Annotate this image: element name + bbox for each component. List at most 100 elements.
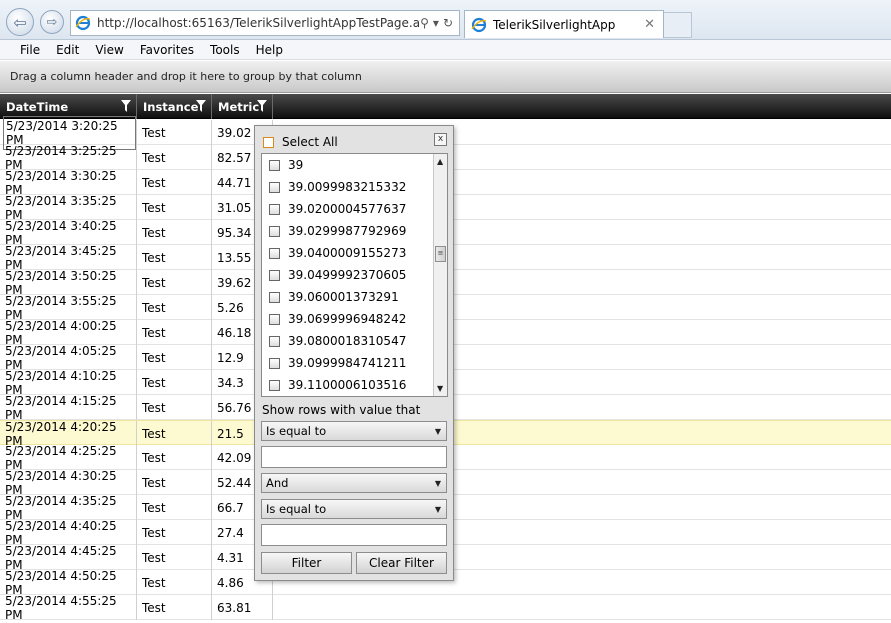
column-header-instance[interactable]: Instance: [137, 94, 212, 119]
scroll-up-icon[interactable]: ▲: [437, 157, 443, 166]
cell-instance[interactable]: Test: [137, 295, 212, 320]
cell-text: Test: [142, 600, 166, 615]
cell-instance[interactable]: Test: [137, 270, 212, 295]
filter-funnel-icon[interactable]: [196, 100, 206, 112]
value-checkbox-item[interactable]: 39.0499992370605: [269, 264, 406, 286]
cell-datetime[interactable]: 5/23/2014 3:20:25 PM: [0, 115, 137, 150]
cell-instance[interactable]: Test: [137, 545, 212, 570]
back-button[interactable]: ⇦: [6, 8, 34, 36]
value-checkbox-item[interactable]: 39.0299987792969: [269, 220, 406, 242]
cell-instance[interactable]: Test: [137, 370, 212, 395]
column-header-label: Instance: [143, 99, 199, 114]
cell-instance[interactable]: Test: [137, 570, 212, 595]
close-tab-icon[interactable]: ✕: [644, 17, 663, 32]
filter-funnel-icon[interactable]: [257, 100, 267, 112]
cell-datetime[interactable]: 5/23/2014 4:25:25 PM: [0, 444, 137, 472]
cell-text: 5/23/2014 3:25:25 PM: [5, 143, 117, 172]
cell-instance[interactable]: Test: [137, 395, 212, 420]
menu-help[interactable]: Help: [248, 43, 291, 57]
filter-value-input-1[interactable]: [261, 446, 447, 468]
cell-text: 63.81: [217, 600, 252, 615]
value-checkbox-item[interactable]: 39.0400009155273: [269, 242, 406, 264]
cell-text: 5/23/2014 3:55:25 PM: [5, 293, 117, 322]
cell-datetime[interactable]: 5/23/2014 4:45:25 PM: [0, 544, 137, 572]
list-scrollbar[interactable]: ▲ ≡ ▼: [433, 154, 447, 396]
cell-datetime[interactable]: 5/23/2014 4:15:25 PM: [0, 394, 137, 422]
address-bar[interactable]: http://localhost:65163/TelerikSilverligh…: [70, 10, 460, 36]
cell-datetime[interactable]: 5/23/2014 4:30:25 PM: [0, 469, 137, 497]
cell-instance[interactable]: Test: [137, 445, 212, 470]
value-checkbox-item[interactable]: 39.1100006103516: [269, 374, 406, 396]
dropdown-icon[interactable]: ▾: [433, 16, 439, 30]
value-label: 39.0800018310547: [288, 334, 407, 348]
value-checkbox-item[interactable]: 39.0999984741211: [269, 352, 406, 374]
select-all-checkbox[interactable]: Select All: [263, 135, 338, 149]
cell-text: Test: [142, 125, 166, 140]
distinct-values-list[interactable]: ▲ ≡ ▼ 39 39.0099983215332 39.0200004577637…: [261, 153, 448, 397]
logic-operator-select[interactable]: And ▼: [261, 473, 447, 493]
scroll-down-icon[interactable]: ▼: [437, 384, 443, 393]
value-checkbox-item[interactable]: 39.060001373291: [269, 286, 399, 308]
value-label: 39.0299987792969: [288, 224, 407, 238]
cell-instance[interactable]: Test: [137, 195, 212, 220]
column-header-metric[interactable]: Metric: [212, 94, 273, 119]
new-tab-button[interactable]: [664, 12, 692, 38]
cell-datetime[interactable]: 5/23/2014 4:55:25 PM: [0, 594, 137, 622]
value-checkbox-item[interactable]: 39.0699996948242: [269, 308, 406, 330]
menu-file[interactable]: File: [12, 43, 48, 57]
filter-button[interactable]: Filter: [261, 552, 352, 574]
chevron-down-icon: ▼: [434, 479, 441, 488]
ie-logo-icon: [75, 15, 91, 31]
cell-instance[interactable]: Test: [137, 595, 212, 620]
cell-datetime[interactable]: 5/23/2014 4:00:25 PM: [0, 319, 137, 347]
cell-instance[interactable]: Test: [137, 470, 212, 495]
forward-button[interactable]: ⇨: [40, 10, 64, 34]
filter-value-input-2[interactable]: [261, 524, 447, 546]
cell-datetime[interactable]: 5/23/2014 4:20:25 PM: [0, 420, 137, 448]
cell-datetime[interactable]: 5/23/2014 3:50:25 PM: [0, 269, 137, 297]
cell-datetime[interactable]: 5/23/2014 4:40:25 PM: [0, 519, 137, 547]
menu-favorites[interactable]: Favorites: [132, 43, 202, 57]
clear-filter-button[interactable]: Clear Filter: [356, 552, 447, 574]
operator-select-1[interactable]: Is equal to ▼: [261, 421, 447, 441]
cell-instance[interactable]: Test: [137, 120, 212, 145]
cell-datetime[interactable]: 5/23/2014 4:50:25 PM: [0, 569, 137, 597]
cell-datetime[interactable]: 5/23/2014 4:10:25 PM: [0, 369, 137, 397]
cell-instance[interactable]: Test: [137, 421, 212, 446]
cell-datetime[interactable]: 5/23/2014 3:25:25 PM: [0, 143, 137, 172]
group-panel[interactable]: Drag a column header and drop it here to…: [0, 61, 891, 93]
value-checkbox-item[interactable]: 39.0800018310547: [269, 330, 406, 352]
browser-tab[interactable]: TelerikSilverlightApp ✕: [464, 10, 664, 38]
cell-instance[interactable]: Test: [137, 245, 212, 270]
menu-view[interactable]: View: [87, 43, 131, 57]
cell-instance[interactable]: Test: [137, 220, 212, 245]
cell-datetime[interactable]: 5/23/2014 3:30:25 PM: [0, 169, 137, 197]
value-checkbox-item[interactable]: 39.0099983215332: [269, 176, 406, 198]
cell-text: 31.05: [217, 200, 252, 215]
operator-select-2[interactable]: Is equal to ▼: [261, 499, 447, 519]
cell-text: Test: [142, 200, 166, 215]
cell-instance[interactable]: Test: [137, 170, 212, 195]
cell-datetime[interactable]: 5/23/2014 4:05:25 PM: [0, 344, 137, 372]
cell-datetime[interactable]: 5/23/2014 4:35:25 PM: [0, 494, 137, 522]
value-checkbox-item[interactable]: 39: [269, 154, 303, 176]
filter-funnel-icon[interactable]: [121, 100, 131, 112]
cell-instance[interactable]: Test: [137, 320, 212, 345]
table-row[interactable]: 5/23/2014 4:55:25 PM Test 63.81: [0, 594, 891, 622]
scroll-thumb[interactable]: ≡: [435, 246, 446, 262]
close-popup-button[interactable]: x: [434, 133, 447, 146]
cell-datetime[interactable]: 5/23/2014 3:55:25 PM: [0, 293, 137, 322]
cell-datetime[interactable]: 5/23/2014 3:35:25 PM: [0, 194, 137, 222]
cell-instance[interactable]: Test: [137, 495, 212, 520]
cell-instance[interactable]: Test: [137, 345, 212, 370]
cell-datetime[interactable]: 5/23/2014 3:45:25 PM: [0, 244, 137, 272]
cell-instance[interactable]: Test: [137, 145, 212, 170]
menu-tools[interactable]: Tools: [202, 43, 248, 57]
cell-metric[interactable]: 63.81: [212, 595, 273, 620]
menu-edit[interactable]: Edit: [48, 43, 87, 57]
cell-datetime[interactable]: 5/23/2014 3:40:25 PM: [0, 219, 137, 247]
search-icon[interactable]: ⚲: [420, 16, 429, 30]
refresh-icon[interactable]: ↻: [443, 16, 453, 30]
value-checkbox-item[interactable]: 39.0200004577637: [269, 198, 406, 220]
cell-instance[interactable]: Test: [137, 520, 212, 545]
